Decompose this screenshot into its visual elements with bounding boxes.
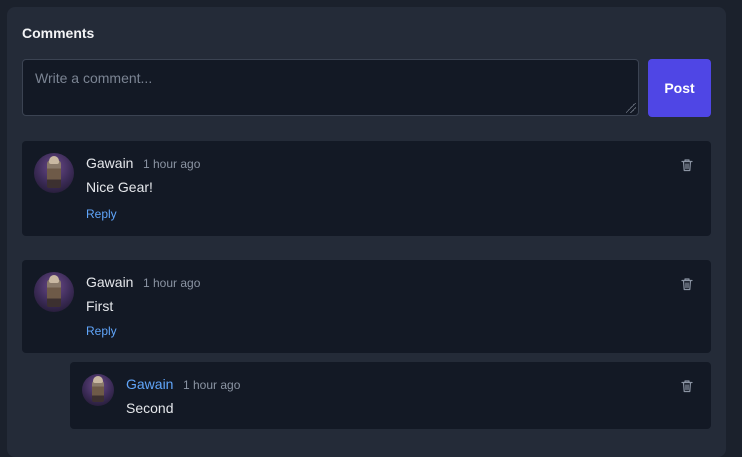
comment-text: Nice Gear! <box>86 179 153 195</box>
trash-icon[interactable] <box>680 277 694 291</box>
comment-timestamp: 1 hour ago <box>143 276 201 290</box>
trash-icon[interactable] <box>680 158 694 172</box>
user-avatar[interactable] <box>34 272 74 312</box>
user-avatar[interactable] <box>82 374 114 406</box>
reply-link[interactable]: Reply <box>86 324 117 338</box>
comment-timestamp: 1 hour ago <box>183 378 241 392</box>
trash-icon[interactable] <box>680 379 694 393</box>
resize-handle-icon[interactable] <box>626 103 636 113</box>
comment-card: Gawain 1 hour ago First Reply <box>22 260 711 353</box>
reply-link[interactable]: Reply <box>86 207 117 221</box>
user-avatar[interactable] <box>34 153 74 193</box>
reply-comment-card: Gawain 1 hour ago Second <box>70 362 711 429</box>
comment-input-box[interactable] <box>22 59 639 116</box>
comment-author[interactable]: Gawain <box>86 155 133 171</box>
comments-panel: Comments Post Gawain 1 hour ago Nice Gea… <box>7 7 726 457</box>
comment-card: Gawain 1 hour ago Nice Gear! Reply <box>22 141 711 236</box>
comment-timestamp: 1 hour ago <box>143 157 201 171</box>
post-button[interactable]: Post <box>648 59 711 117</box>
comment-text: Second <box>126 400 174 416</box>
comment-author[interactable]: Gawain <box>86 274 133 290</box>
comment-input[interactable] <box>23 60 638 115</box>
comment-author[interactable]: Gawain <box>126 376 173 392</box>
comment-text: First <box>86 298 114 314</box>
section-title: Comments <box>22 25 95 41</box>
